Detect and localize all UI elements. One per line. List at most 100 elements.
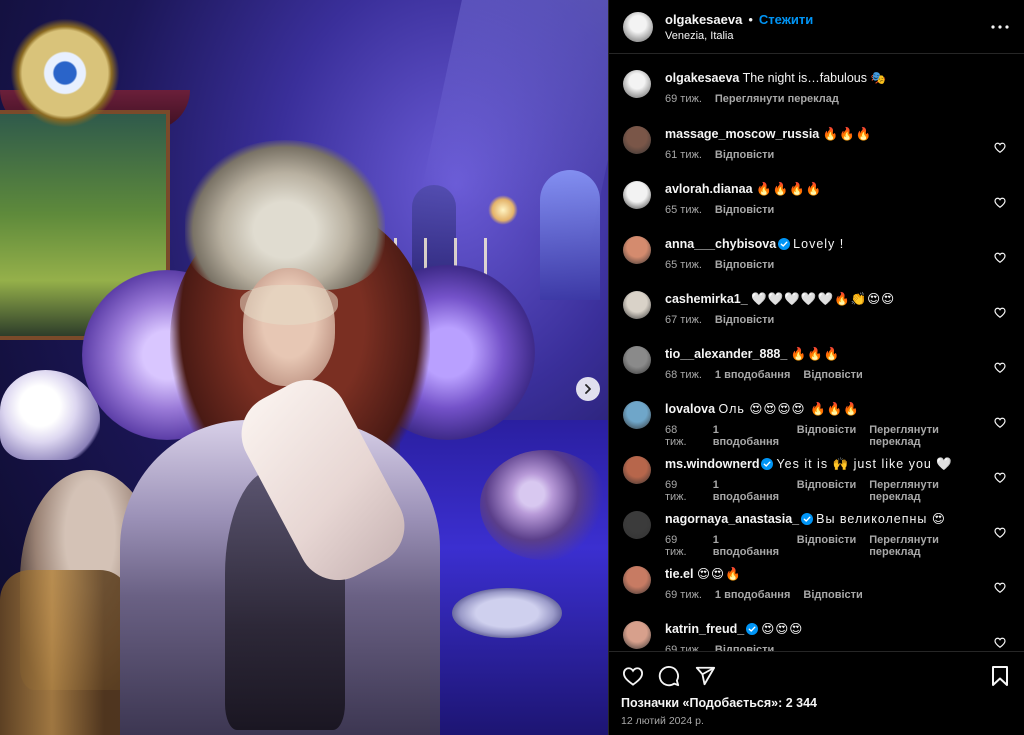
heart-icon [994,637,1006,648]
avatar[interactable] [623,346,651,374]
reply-button[interactable]: Відповісти [715,314,774,326]
comment-time[interactable]: 69 тиж. [665,534,700,558]
comment-text: Lovely ! [793,237,845,251]
comment-likes[interactable]: 1 вподобання [715,369,790,381]
post-photo[interactable] [0,0,608,735]
avatar[interactable] [623,456,651,484]
caption-time[interactable]: 69 тиж. [665,93,702,105]
comment-likes[interactable]: 1 вподобання [715,589,790,601]
comment-likes[interactable]: 1 вподобання [713,479,784,503]
avatar[interactable] [623,181,651,209]
comment-like-button[interactable] [994,470,1010,486]
translate-link[interactable]: Переглянути переклад [869,424,986,448]
comment-username[interactable]: massage_moscow_russia [665,127,819,141]
avatar[interactable] [623,511,651,539]
heart-icon [994,307,1006,318]
author-username[interactable]: olgakesaeva [665,12,742,27]
comment-text: Yes it is 🙌 just like you 🤍 [776,457,953,471]
post-side-panel: olgakesaeva • Стежити Venezia, Italia ol… [608,0,1024,735]
save-button[interactable] [988,664,1012,688]
verified-badge-icon [801,513,814,525]
reply-button[interactable]: Відповісти [797,534,856,558]
translate-link[interactable]: Переглянути переклад [869,534,986,558]
comment-time[interactable]: 65 тиж. [665,259,702,271]
comment-text: 🔥🔥🔥🔥 [756,182,823,196]
comment-username[interactable]: nagornaya_anastasia_ [665,512,799,526]
comment-text: 😍😍🔥 [696,567,742,581]
comment-row: avlorah.dianaa 🔥🔥🔥🔥 65 тиж. Відповісти [623,181,1010,236]
reply-button[interactable]: Відповісти [803,589,862,601]
reply-button[interactable]: Відповісти [797,479,856,503]
comment-username[interactable]: ms.windownerd [665,457,759,471]
comment-username[interactable]: tio__alexander_888_ [665,347,787,361]
comment-like-button[interactable] [994,305,1010,321]
comment-likes[interactable]: 1 вподобання [713,534,784,558]
comment-username[interactable]: tie.el [665,567,694,581]
follow-button[interactable]: Стежити [759,12,813,27]
share-button[interactable] [693,664,717,688]
verified-badge-icon [746,623,759,635]
avatar[interactable] [623,11,653,42]
share-icon [695,666,716,686]
comment-like-button[interactable] [994,525,1010,541]
comment-likes[interactable]: 1 вподобання [713,424,784,448]
comment-like-button[interactable] [994,195,1010,211]
comment-like-button[interactable] [994,580,1010,596]
comment-username[interactable]: avlorah.dianaa [665,182,753,196]
verified-badge-icon [761,458,774,470]
translate-link[interactable]: Переглянути переклад [715,93,839,105]
more-options-button[interactable] [988,15,1012,39]
comment-time[interactable]: 69 тиж. [665,589,702,601]
post-date[interactable]: 12 лютий 2024 р. [621,715,1012,727]
avatar[interactable] [623,401,651,429]
comment-username[interactable]: lovalova [665,402,715,416]
comment-like-button[interactable] [994,415,1010,431]
comment-time[interactable]: 61 тиж. [665,149,702,161]
comment-like-button[interactable] [994,635,1010,651]
reply-button[interactable]: Відповісти [715,204,774,216]
comment-time[interactable]: 69 тиж. [665,644,702,651]
comments-list[interactable]: olgakesaeva The night is…fabulous 🎭 69 т… [609,54,1024,651]
like-button[interactable] [621,664,645,688]
more-icon [991,24,1009,29]
avatar[interactable] [623,291,651,319]
comment-time[interactable]: 68 тиж. [665,369,702,381]
heart-icon [622,667,644,686]
comment-button[interactable] [657,664,681,688]
comment-time[interactable]: 67 тиж. [665,314,702,326]
reply-button[interactable]: Відповісти [797,424,856,448]
gilded-chair [0,570,130,735]
eye-ornament [10,18,120,128]
comment-time[interactable]: 65 тиж. [665,204,702,216]
comment-time[interactable]: 68 тиж. [665,424,700,448]
avatar[interactable] [623,566,651,594]
comment-username[interactable]: katrin_freud_ [665,622,744,636]
comment-time[interactable]: 69 тиж. [665,479,700,503]
post-dialog: olgakesaeva • Стежити Venezia, Italia ol… [0,0,1024,735]
post-location[interactable]: Venezia, Italia [665,30,988,42]
avatar[interactable] [623,70,651,98]
likes-count[interactable]: Позначки «Подобається»: 2 344 [621,696,1012,710]
reply-button[interactable]: Відповісти [715,644,774,651]
comment-like-button[interactable] [994,250,1010,266]
comment-text: Вы великолепны 😍 [816,512,946,526]
comment-row: massage_moscow_russia 🔥🔥🔥 61 тиж. Відповіс… [623,126,1010,181]
translate-link[interactable]: Переглянути переклад [869,479,986,503]
avatar[interactable] [623,236,651,264]
flower-arrangement [480,450,608,560]
comment-like-button[interactable] [994,140,1010,156]
comment-username[interactable]: cashemirka1_ [665,292,748,306]
comment-username[interactable]: anna___chybisova [665,237,776,251]
reply-button[interactable]: Відповісти [715,259,774,271]
comment-like-button[interactable] [994,360,1010,376]
next-photo-button[interactable] [576,377,600,401]
bookmark-icon [992,666,1008,686]
comment-row: tio__alexander_888_ 🔥🔥🔥 68 тиж. 1 вподобан… [623,346,1010,401]
avatar[interactable] [623,621,651,649]
caption-username[interactable]: olgakesaeva [665,71,739,85]
chandelier [488,195,518,225]
comment-row: ms.windownerd Yes it is 🙌 just like you 🤍… [623,456,1010,511]
reply-button[interactable]: Відповісти [803,369,862,381]
avatar[interactable] [623,126,651,154]
reply-button[interactable]: Відповісти [715,149,774,161]
